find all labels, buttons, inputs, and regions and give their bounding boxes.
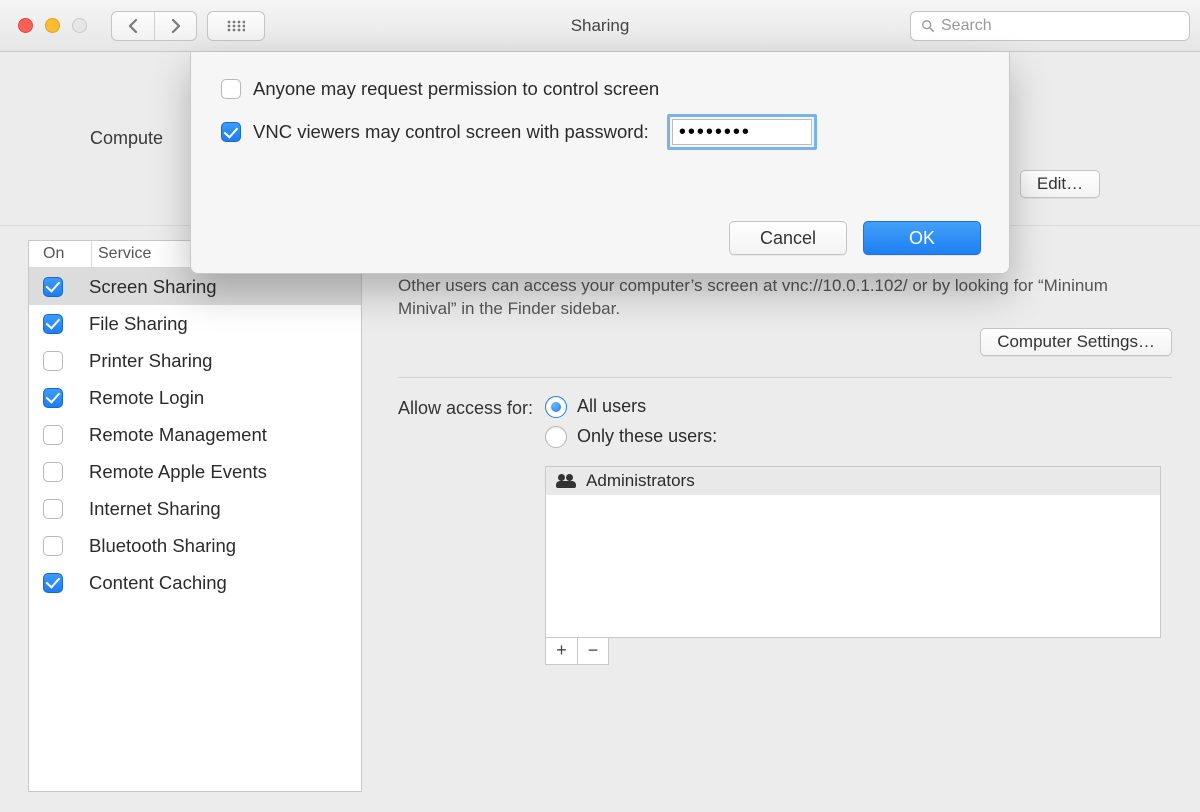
radio-only-users-label: Only these users: — [577, 426, 717, 447]
users-list[interactable]: Administrators — [545, 466, 1161, 638]
close-window-button[interactable] — [18, 18, 33, 33]
main-content: On Service Screen SharingFile SharingPri… — [0, 226, 1200, 812]
titlebar: Sharing Search — [0, 0, 1200, 52]
anyone-checkbox[interactable] — [221, 79, 241, 99]
cancel-button[interactable]: Cancel — [729, 221, 847, 255]
service-name: Remote Login — [89, 387, 204, 409]
service-name: File Sharing — [89, 313, 188, 335]
window-controls — [18, 18, 87, 33]
status-description: Other users can access your computer’s s… — [398, 275, 1138, 321]
service-row[interactable]: Printer Sharing — [29, 342, 361, 379]
service-row[interactable]: Remote Login — [29, 379, 361, 416]
services-list: Screen Sharing File Sharing Printer Sharin… — [29, 268, 361, 791]
people-icon — [556, 474, 576, 488]
service-name: Remote Management — [89, 424, 267, 446]
service-name: Content Caching — [89, 572, 227, 594]
remove-user-button[interactable]: − — [577, 638, 608, 664]
service-checkbox[interactable] — [43, 499, 63, 519]
service-checkbox[interactable] — [43, 536, 63, 556]
zoom-window-button[interactable] — [72, 18, 87, 33]
edit-button[interactable]: Edit… — [1020, 170, 1100, 198]
add-user-button[interactable]: + — [546, 638, 577, 664]
vnc-checkbox-label: VNC viewers may control screen with pass… — [253, 121, 649, 143]
radio-all-users-label: All users — [577, 396, 646, 417]
search-field[interactable]: Search — [910, 11, 1190, 41]
radio-all-users[interactable] — [545, 396, 567, 418]
service-checkbox[interactable] — [43, 388, 63, 408]
show-all-button[interactable] — [207, 11, 265, 41]
service-row[interactable]: Remote Management — [29, 416, 361, 453]
nav-back-forward — [111, 11, 197, 41]
search-icon — [921, 19, 935, 33]
users-box: Administrators + − — [545, 466, 1161, 665]
divider — [398, 377, 1172, 378]
vnc-checkbox[interactable] — [221, 122, 241, 142]
add-remove-controls: + − — [545, 638, 609, 665]
service-row[interactable]: Internet Sharing — [29, 490, 361, 527]
service-checkbox[interactable] — [43, 425, 63, 445]
computer-settings-button[interactable]: Computer Settings… — [980, 328, 1172, 356]
service-name: Bluetooth Sharing — [89, 535, 236, 557]
service-detail: Screen Sharing: On Other users can acces… — [398, 240, 1172, 792]
ok-button[interactable]: OK — [863, 221, 981, 255]
service-row[interactable]: Bluetooth Sharing — [29, 527, 361, 564]
column-on: On — [29, 241, 91, 267]
computer-settings-sheet: Anyone may request permission to control… — [190, 52, 1010, 274]
vnc-password-field[interactable] — [672, 119, 812, 145]
service-checkbox[interactable] — [43, 573, 63, 593]
service-checkbox[interactable] — [43, 277, 63, 297]
service-checkbox[interactable] — [43, 314, 63, 334]
service-name: Internet Sharing — [89, 498, 221, 520]
back-button[interactable] — [112, 12, 154, 40]
search-placeholder: Search — [941, 17, 992, 35]
service-name: Printer Sharing — [89, 350, 212, 372]
password-field-focus-ring — [667, 114, 817, 150]
service-row[interactable]: Content Caching — [29, 564, 361, 601]
grid-icon — [208, 12, 264, 40]
service-checkbox[interactable] — [43, 351, 63, 371]
service-name: Remote Apple Events — [89, 461, 267, 483]
services-panel: On Service Screen SharingFile SharingPri… — [28, 240, 362, 792]
allow-access-label: Allow access for: — [398, 396, 533, 665]
allow-access-section: Allow access for: All users Only these u… — [398, 396, 1172, 665]
service-row[interactable]: Remote Apple Events — [29, 453, 361, 490]
user-label: Administrators — [586, 471, 695, 491]
forward-button[interactable] — [154, 12, 196, 40]
computer-name-label: Compute — [90, 128, 163, 149]
service-checkbox[interactable] — [43, 462, 63, 482]
minimize-window-button[interactable] — [45, 18, 60, 33]
service-row[interactable]: File Sharing — [29, 305, 361, 342]
service-name: Screen Sharing — [89, 276, 217, 298]
list-item[interactable]: Administrators — [546, 467, 1160, 495]
radio-only-users[interactable] — [545, 426, 567, 448]
anyone-checkbox-label: Anyone may request permission to control… — [253, 78, 659, 100]
